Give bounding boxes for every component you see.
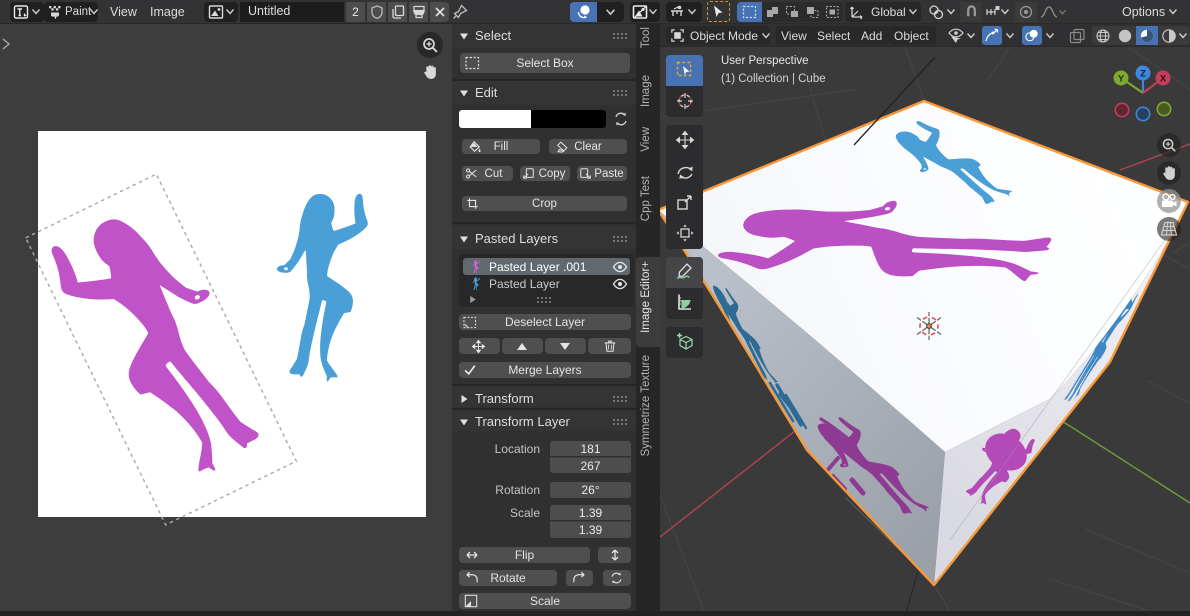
svg-text:Y: Y [1118,74,1125,85]
svg-text:X: X [1160,74,1167,85]
svg-text:Z: Z [1140,69,1146,80]
